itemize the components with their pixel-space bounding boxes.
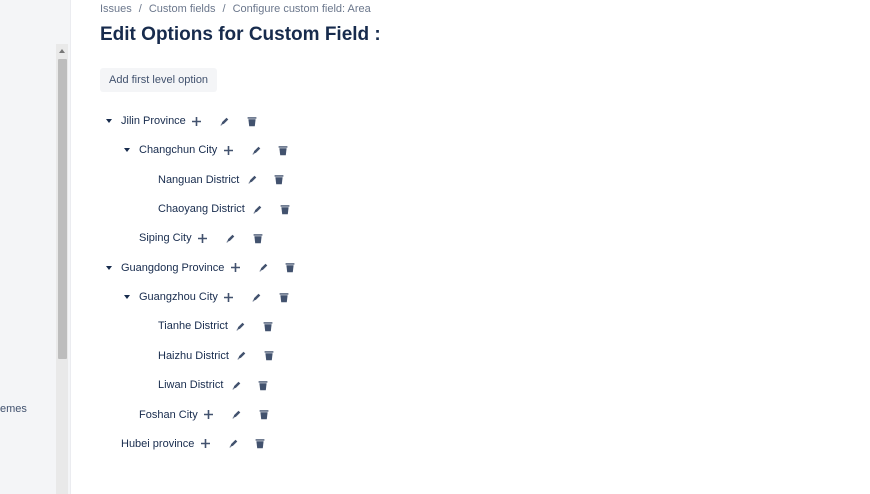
option-label: Liwan District (158, 379, 224, 392)
plus-icon[interactable] (202, 408, 216, 422)
breadcrumb-configure-field[interactable]: Configure custom field: Area (233, 3, 371, 15)
pencil-icon[interactable] (245, 173, 259, 187)
option-label: Siping City (139, 232, 192, 245)
trash-icon[interactable] (276, 143, 290, 157)
pencil-icon[interactable] (234, 319, 248, 333)
pencil-icon[interactable] (256, 261, 270, 275)
plus-icon[interactable] (190, 114, 204, 128)
scrollbar-thumb[interactable] (58, 59, 67, 359)
trash-icon[interactable] (257, 408, 271, 422)
trash-icon[interactable] (283, 261, 297, 275)
add-first-level-option-button[interactable]: Add first level option (100, 68, 218, 92)
option-label: Tianhe District (158, 320, 228, 333)
option-label: Changchun City (139, 144, 218, 157)
tree-option-row: Tianhe District (158, 316, 275, 336)
tree-option-row: Siping City (124, 228, 265, 248)
tree-option-row: Haizhu District (158, 346, 276, 366)
pencil-icon[interactable] (226, 437, 240, 451)
option-label: Haizhu District (158, 349, 229, 362)
plus-icon[interactable] (221, 143, 235, 157)
trash-icon[interactable] (272, 173, 286, 187)
breadcrumb-issues[interactable]: Issues (100, 3, 132, 15)
trash-icon[interactable] (251, 231, 265, 245)
trash-icon[interactable] (245, 114, 259, 128)
tree-option-row: Guangzhou City (124, 287, 291, 307)
breadcrumb-custom-fields[interactable]: Custom fields (149, 3, 216, 15)
option-label: Hubei province (121, 437, 195, 450)
breadcrumb-separator: / (138, 3, 142, 15)
tree-option-row: Changchun City (124, 140, 290, 160)
option-label: Nanguan District (158, 173, 240, 186)
pencil-icon[interactable] (224, 231, 238, 245)
pencil-icon[interactable] (230, 408, 244, 422)
pencil-icon[interactable] (251, 202, 265, 216)
plus-icon[interactable] (222, 290, 236, 304)
trash-icon[interactable] (277, 290, 291, 304)
trash-icon[interactable] (262, 349, 276, 363)
plus-icon[interactable] (198, 437, 212, 451)
tree-option-row: Foshan City (124, 405, 271, 425)
pencil-icon[interactable] (250, 290, 264, 304)
tree-option-row: Guangdong Province (106, 258, 297, 278)
caret-down-icon[interactable] (124, 148, 130, 153)
plus-icon[interactable] (196, 231, 210, 245)
caret-down-icon[interactable] (106, 119, 112, 123)
trash-icon[interactable] (256, 378, 270, 392)
tree-option-row: Nanguan District (158, 170, 286, 190)
plus-icon[interactable] (228, 261, 242, 275)
caret-down-icon[interactable] (124, 295, 130, 300)
option-label: Guangzhou City (139, 291, 218, 304)
trash-icon[interactable] (253, 437, 267, 451)
pencil-icon[interactable] (218, 114, 232, 128)
tree-option-row: Liwan District (158, 375, 270, 395)
trash-icon[interactable] (261, 319, 275, 333)
sidebar-scrollbar[interactable] (56, 44, 68, 494)
caret-down-icon[interactable] (106, 265, 112, 270)
scroll-up-icon[interactable] (59, 49, 65, 53)
pencil-icon[interactable] (229, 378, 243, 392)
pencil-icon[interactable] (249, 143, 263, 157)
option-label: Chaoyang District (158, 203, 245, 216)
option-label: Jilin Province (121, 115, 186, 127)
sidebar-item-label[interactable]: emes (0, 403, 27, 415)
page-title: Edit Options for Custom Field : (100, 24, 381, 45)
tree-option-row: Jilin Province (106, 111, 259, 131)
sidebar: emes (0, 0, 71, 494)
option-label: Foshan City (139, 408, 198, 421)
tree-option-row: Hubei province (106, 434, 267, 454)
breadcrumb-separator: / (222, 3, 226, 15)
trash-icon[interactable] (278, 202, 292, 216)
breadcrumb: Issues / Custom fields / Configure custom fi… (100, 3, 371, 15)
option-label: Guangdong Province (121, 261, 225, 274)
tree-option-row: Chaoyang District (158, 199, 292, 219)
pencil-icon[interactable] (235, 349, 249, 363)
